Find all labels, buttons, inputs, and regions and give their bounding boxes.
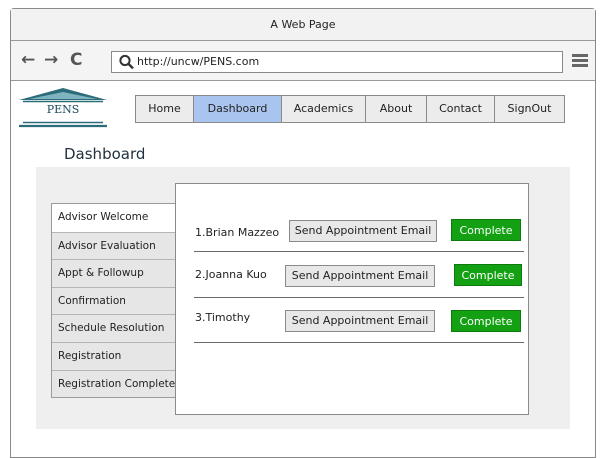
complete-button[interactable]: Complete bbox=[451, 310, 521, 332]
tab-signout[interactable]: SignOut bbox=[494, 95, 565, 123]
tab-home[interactable]: Home bbox=[135, 95, 194, 123]
url-text: http://uncw/PENS.com bbox=[137, 55, 260, 68]
send-appointment-email-button[interactable]: Send Appointment Email bbox=[285, 265, 435, 287]
hamburger-menu-icon[interactable] bbox=[572, 54, 588, 68]
sidebar-item-advisor-evaluation[interactable]: Advisor Evaluation bbox=[52, 231, 175, 260]
tab-contact[interactable]: Contact bbox=[426, 95, 495, 123]
browser-toolbar: ← → C http://uncw/PENS.com bbox=[11, 41, 595, 81]
logo-text: PENS bbox=[46, 103, 80, 116]
sidebar-item-registration-complete[interactable]: Registration Complete bbox=[52, 369, 175, 398]
send-appointment-email-button[interactable]: Send Appointment Email bbox=[289, 220, 437, 242]
tab-about[interactable]: About bbox=[365, 95, 427, 123]
row-divider bbox=[194, 297, 524, 298]
sidebar-nav: Advisor Welcome Advisor Evaluation Appt … bbox=[51, 203, 176, 399]
student-name: 1.Brian Mazzeo bbox=[195, 226, 280, 239]
search-icon bbox=[119, 54, 134, 70]
window-title: A Web Page bbox=[270, 18, 336, 31]
tab-dashboard[interactable]: Dashboard bbox=[193, 95, 282, 123]
top-nav: Home Dashboard Academics About Contact S… bbox=[135, 95, 565, 123]
sidebar-item-schedule-resolution[interactable]: Schedule Resolution bbox=[52, 314, 175, 342]
student-list-panel: 1.Brian Mazzeo Send Appointment Email Co… bbox=[175, 183, 529, 415]
page-title: Dashboard bbox=[64, 145, 146, 163]
row-divider bbox=[194, 251, 524, 252]
window-titlebar: A Web Page bbox=[11, 9, 595, 41]
back-arrow-icon[interactable]: ← bbox=[21, 50, 35, 70]
send-appointment-email-button[interactable]: Send Appointment Email bbox=[285, 310, 435, 332]
sidebar-item-registration[interactable]: Registration bbox=[52, 341, 175, 370]
pens-logo: PENS bbox=[17, 86, 109, 132]
reload-icon[interactable]: C bbox=[70, 50, 82, 70]
student-name: 2.Joanna Kuo bbox=[195, 268, 267, 281]
address-bar[interactable]: http://uncw/PENS.com bbox=[111, 51, 563, 73]
sidebar-item-confirmation[interactable]: Confirmation bbox=[52, 286, 175, 315]
row-divider bbox=[194, 342, 524, 343]
forward-arrow-icon[interactable]: → bbox=[44, 50, 58, 70]
sidebar-item-appt-followup[interactable]: Appt & Followup bbox=[52, 259, 175, 287]
complete-button[interactable]: Complete bbox=[451, 219, 521, 241]
sidebar-item-advisor-welcome[interactable]: Advisor Welcome bbox=[52, 204, 175, 232]
tab-academics[interactable]: Academics bbox=[281, 95, 366, 123]
student-name: 3.Timothy bbox=[195, 311, 251, 324]
complete-button[interactable]: Complete bbox=[454, 264, 522, 286]
